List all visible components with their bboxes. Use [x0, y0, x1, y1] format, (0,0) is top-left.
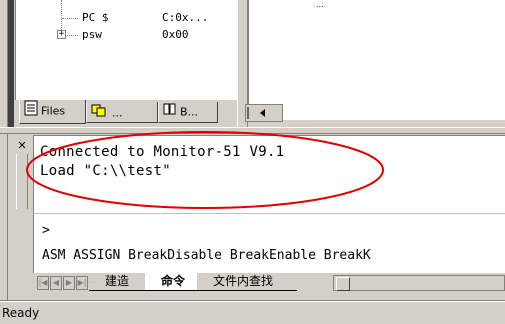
horizontal-splitter[interactable]: [0, 127, 505, 134]
tree-row-name: PC $: [82, 11, 109, 24]
tree-row-value: C:0x...: [162, 11, 209, 24]
first-tab-icon[interactable]: |◀: [37, 276, 49, 290]
tab-command[interactable]: 命令: [145, 273, 197, 291]
status-bar: Ready: [0, 300, 505, 324]
tree-connector: [62, 18, 78, 19]
tab-files[interactable]: Files: [19, 100, 86, 124]
tree-row-pc[interactable]: PC $ C:0x...: [16, 10, 236, 26]
project-tree-panel: PC $ C:0x... + psw 0x00: [15, 0, 237, 100]
output-line: Connected to Monitor-51 V9.1: [40, 144, 285, 160]
project-panel-tabs: Files ... B...: [15, 100, 237, 127]
registers-icon: [91, 102, 109, 122]
tab-label: 文件内查找: [213, 274, 274, 288]
output-pane[interactable]: Connected to Monitor-51 V9.1 Load "C:\\t…: [33, 135, 505, 213]
editor-tab-scroll[interactable]: [245, 104, 283, 122]
tab-books[interactable]: B...: [158, 102, 218, 123]
tab-find-in-files[interactable]: 文件内查找: [197, 273, 297, 291]
output-line: Load "C:\\test": [40, 163, 171, 179]
tab-label: B...: [180, 105, 199, 119]
tab-outline: [89, 281, 99, 283]
scroll-thumb[interactable]: [336, 277, 350, 291]
tree-row-psw[interactable]: + psw 0x00: [16, 27, 236, 43]
books-icon: [163, 102, 177, 122]
editor-snippet: ...: [316, 0, 324, 9]
tree-connector: [67, 35, 78, 36]
left-dark-edge: [8, 0, 14, 127]
command-hints: ASM ASSIGN BreakDisable BreakEnable Brea…: [42, 248, 371, 263]
editor-area[interactable]: ...: [248, 0, 505, 120]
dock-grip[interactable]: [16, 154, 28, 209]
scroll-left-icon[interactable]: [246, 105, 282, 121]
expand-plus-icon[interactable]: +: [57, 30, 66, 39]
tab-registers[interactable]: ...: [86, 102, 158, 123]
prev-tab-icon[interactable]: ◀: [50, 276, 62, 290]
files-icon: [24, 100, 38, 123]
tab-label: 建造: [105, 274, 130, 288]
tab-label: 命令: [161, 274, 186, 288]
command-area[interactable]: > ASM ASSIGN BreakDisable BreakEnable Br…: [33, 213, 505, 273]
tab-label: Files: [41, 104, 66, 118]
last-tab-icon[interactable]: ▶|: [76, 276, 88, 290]
tree-row-value: 0x00: [162, 28, 189, 41]
tree-row-name: psw: [82, 28, 102, 41]
command-prompt: >: [42, 223, 50, 238]
tab-label: ...: [112, 106, 123, 120]
next-tab-icon[interactable]: ▶: [63, 276, 75, 290]
status-divider: [0, 301, 505, 302]
output-tabbar: |◀ ◀ ▶ ▶| 建造 命令 文件内查找: [33, 273, 505, 293]
left-scroll-strip: [0, 0, 8, 300]
horizontal-scrollbar[interactable]: [333, 275, 505, 291]
close-icon[interactable]: ✕: [16, 140, 28, 152]
status-text: Ready: [2, 306, 40, 320]
